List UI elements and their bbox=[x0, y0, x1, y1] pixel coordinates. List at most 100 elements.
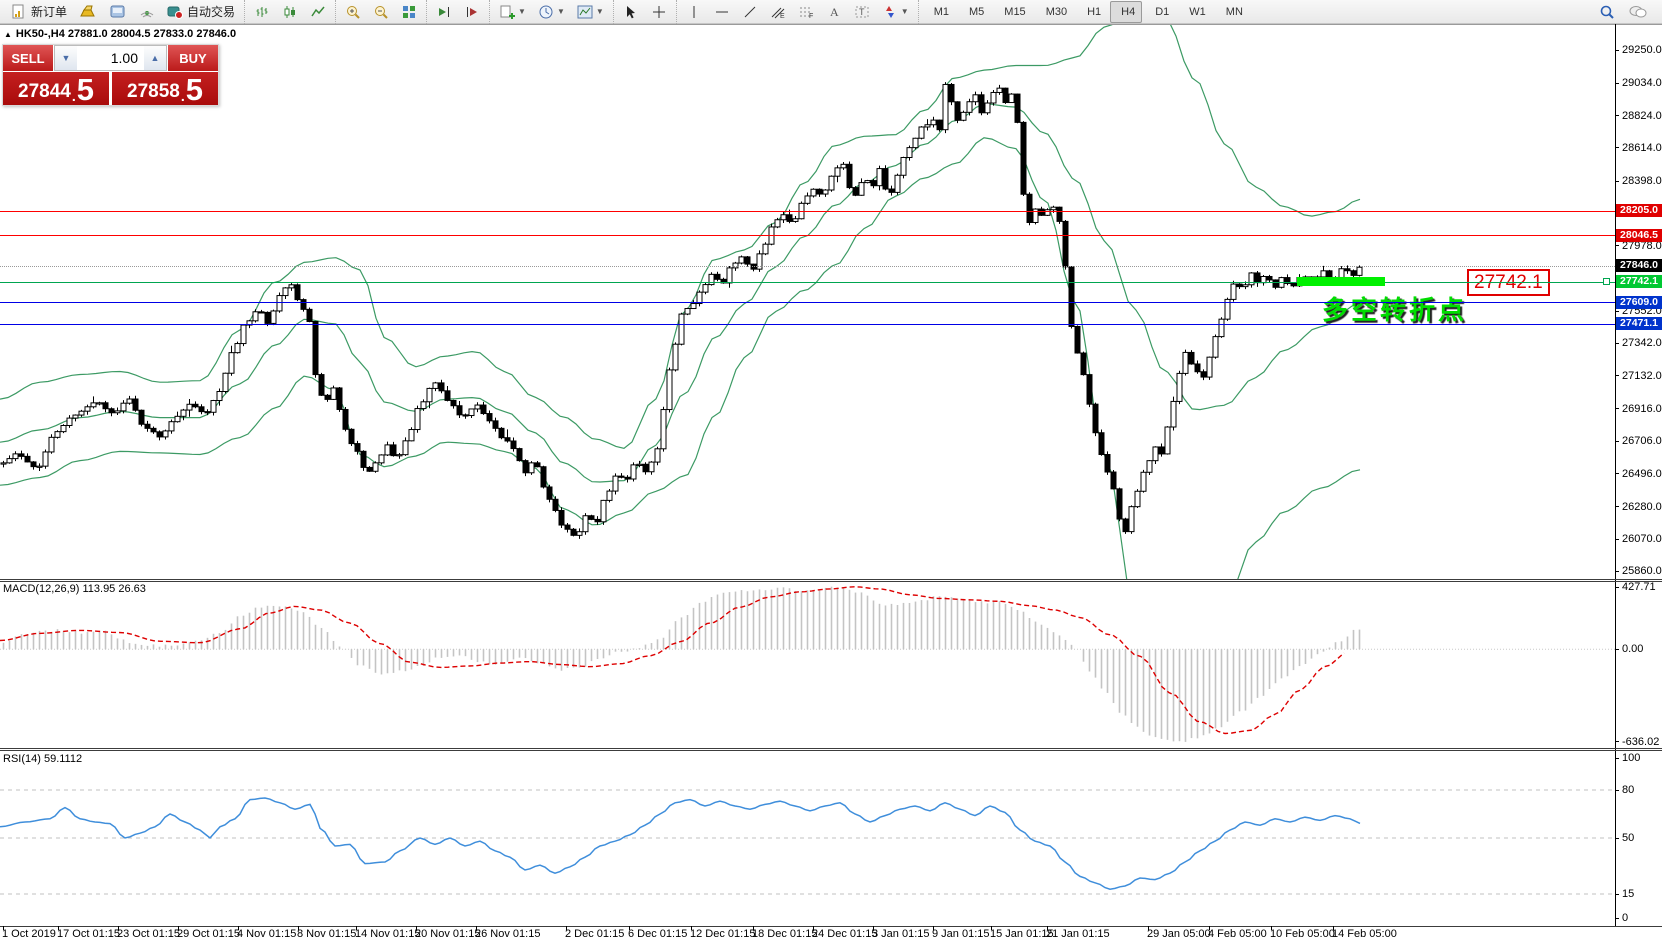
terminal-button[interactable] bbox=[104, 1, 132, 23]
svg-text:T: T bbox=[859, 7, 865, 17]
time-tick: 3 Jan 01:15 bbox=[872, 928, 930, 940]
h-line-resistance[interactable] bbox=[0, 235, 1615, 236]
volume-input[interactable] bbox=[77, 46, 144, 70]
volume-increase-button[interactable]: ▲ bbox=[144, 46, 166, 70]
macd-tick: 0.00 bbox=[1622, 644, 1643, 655]
tf-d1-button[interactable]: D1 bbox=[1144, 1, 1176, 23]
macd-tick: -636.02 bbox=[1622, 737, 1659, 748]
time-tick: 12 Dec 01:15 bbox=[690, 928, 755, 940]
time-tick: 26 Nov 01:15 bbox=[475, 928, 540, 940]
time-tick: 10 Feb 05:00 bbox=[1270, 928, 1335, 940]
time-tick: 14 Feb 05:00 bbox=[1332, 928, 1397, 940]
search-button[interactable] bbox=[1593, 1, 1621, 23]
candlestick-chart-button[interactable] bbox=[277, 1, 303, 23]
chevron-down-icon: ▼ bbox=[557, 7, 565, 16]
new-order-icon bbox=[11, 4, 27, 20]
sell-button[interactable]: SELL bbox=[3, 45, 53, 71]
toolbar-group-timeframes: M1M5M15M30H1H4D1W1MN bbox=[918, 0, 1254, 24]
rsi-tick: 0 bbox=[1622, 913, 1628, 924]
line-chart-button[interactable] bbox=[305, 1, 331, 23]
chart-top-border bbox=[0, 24, 1662, 25]
price-badge-support: 27609.0 bbox=[1616, 296, 1662, 309]
time-tick: 29 Oct 01:15 bbox=[177, 928, 240, 940]
h-line-support[interactable] bbox=[0, 324, 1615, 325]
time-tick: 8 Nov 01:15 bbox=[297, 928, 356, 940]
chart-window[interactable]: ▲HK50-,H4 27881.0 28004.5 27833.0 27846.… bbox=[0, 24, 1662, 947]
tf-m15-button[interactable]: M15 bbox=[993, 1, 1032, 23]
h-line-support[interactable] bbox=[0, 302, 1615, 303]
pivot-note-text[interactable]: 多空转折点 bbox=[1322, 290, 1467, 327]
rsi-tick: 50 bbox=[1622, 833, 1634, 844]
chevron-down-icon: ▼ bbox=[901, 7, 909, 16]
time-tick: 4 Nov 01:15 bbox=[237, 928, 296, 940]
chat-button[interactable] bbox=[1623, 1, 1653, 23]
signals-button[interactable] bbox=[134, 1, 160, 23]
market-watch-button[interactable] bbox=[74, 1, 102, 23]
trendline-button[interactable] bbox=[737, 1, 763, 23]
horizontal-line-button[interactable] bbox=[709, 1, 735, 23]
tf-mn-button[interactable]: MN bbox=[1215, 1, 1250, 23]
rsi-tick: 100 bbox=[1622, 753, 1640, 764]
templates-button[interactable]: ▼ bbox=[572, 1, 609, 23]
periods-button[interactable]: ▼ bbox=[533, 1, 570, 23]
toolbar-group-chart-type bbox=[244, 0, 335, 24]
auto-scroll-button[interactable] bbox=[431, 1, 457, 23]
pane-separator bbox=[0, 748, 1662, 749]
panel-collapse-toggle[interactable]: ▲ bbox=[4, 30, 12, 39]
pane-separator bbox=[0, 579, 1662, 580]
price-tick: 26706.0 bbox=[1622, 436, 1662, 447]
rsi-tick: 15 bbox=[1622, 889, 1634, 900]
tf-h1-button[interactable]: H1 bbox=[1076, 1, 1108, 23]
zoom-in-button[interactable] bbox=[340, 1, 366, 23]
new-order-button[interactable]: 新订单 bbox=[6, 1, 72, 23]
indicators-button[interactable]: ▼ bbox=[494, 1, 531, 23]
h-line-resistance[interactable] bbox=[0, 211, 1615, 212]
tf-m5-button[interactable]: M5 bbox=[958, 1, 991, 23]
cursor-button[interactable] bbox=[618, 1, 644, 23]
rsi-tick: 80 bbox=[1622, 785, 1634, 796]
tf-w1-button[interactable]: W1 bbox=[1178, 1, 1213, 23]
price-tick: 27342.0 bbox=[1622, 338, 1662, 349]
volume-decrease-button[interactable]: ▼ bbox=[55, 46, 77, 70]
one-click-trading-panel: SELL ▼ ▲ BUY 27844.5 27858.5 bbox=[2, 44, 219, 106]
svg-text:A: A bbox=[830, 5, 839, 19]
bars-icon bbox=[254, 4, 270, 20]
h-line-current-price[interactable] bbox=[0, 266, 1615, 267]
vertical-line-button[interactable] bbox=[681, 1, 707, 23]
auto-trading-button[interactable]: 自动交易 bbox=[162, 1, 240, 23]
crosshair-button[interactable] bbox=[646, 1, 672, 23]
price-tick: 27132.0 bbox=[1622, 371, 1662, 382]
chart-shift-button[interactable] bbox=[459, 1, 485, 23]
buy-button[interactable]: BUY bbox=[168, 45, 218, 71]
label-button[interactable]: T bbox=[849, 1, 875, 23]
time-tick: 23 Oct 01:15 bbox=[117, 928, 180, 940]
price-tick: 29034.0 bbox=[1622, 78, 1662, 89]
zoom-out-button[interactable] bbox=[368, 1, 394, 23]
bar-chart-button[interactable] bbox=[249, 1, 275, 23]
price-badge-resistance: 28205.0 bbox=[1616, 204, 1662, 217]
time-tick: 2 Dec 01:15 bbox=[565, 928, 624, 940]
text-button[interactable]: A bbox=[821, 1, 847, 23]
tf-m30-button[interactable]: M30 bbox=[1035, 1, 1074, 23]
price-tick: 26916.0 bbox=[1622, 404, 1662, 415]
channel-button[interactable]: E bbox=[765, 1, 791, 23]
pivot-highlight-segment[interactable] bbox=[1297, 277, 1385, 286]
fibonacci-button[interactable]: F bbox=[793, 1, 819, 23]
arrows-button[interactable]: ▼ bbox=[877, 1, 914, 23]
tf-h4-button[interactable]: H4 bbox=[1110, 1, 1142, 23]
price-badge-current-price: 27846.0 bbox=[1616, 259, 1662, 272]
tile-windows-button[interactable] bbox=[396, 1, 422, 23]
time-tick: 17 Oct 01:15 bbox=[57, 928, 120, 940]
ingot-icon bbox=[79, 4, 97, 20]
terminal-icon bbox=[109, 4, 127, 20]
fibo-icon: F bbox=[798, 4, 814, 20]
price-tick: 26280.0 bbox=[1622, 502, 1662, 513]
zoom-in-icon bbox=[345, 4, 361, 20]
sell-price[interactable]: 27844.5 bbox=[3, 72, 109, 105]
macd-pane bbox=[0, 581, 1615, 748]
rsi-pane bbox=[0, 750, 1615, 926]
time-tick: 14 Nov 01:15 bbox=[355, 928, 420, 940]
price-tick: 29250.0 bbox=[1622, 45, 1662, 56]
buy-price[interactable]: 27858.5 bbox=[112, 72, 218, 105]
tf-m1-button[interactable]: M1 bbox=[923, 1, 956, 23]
